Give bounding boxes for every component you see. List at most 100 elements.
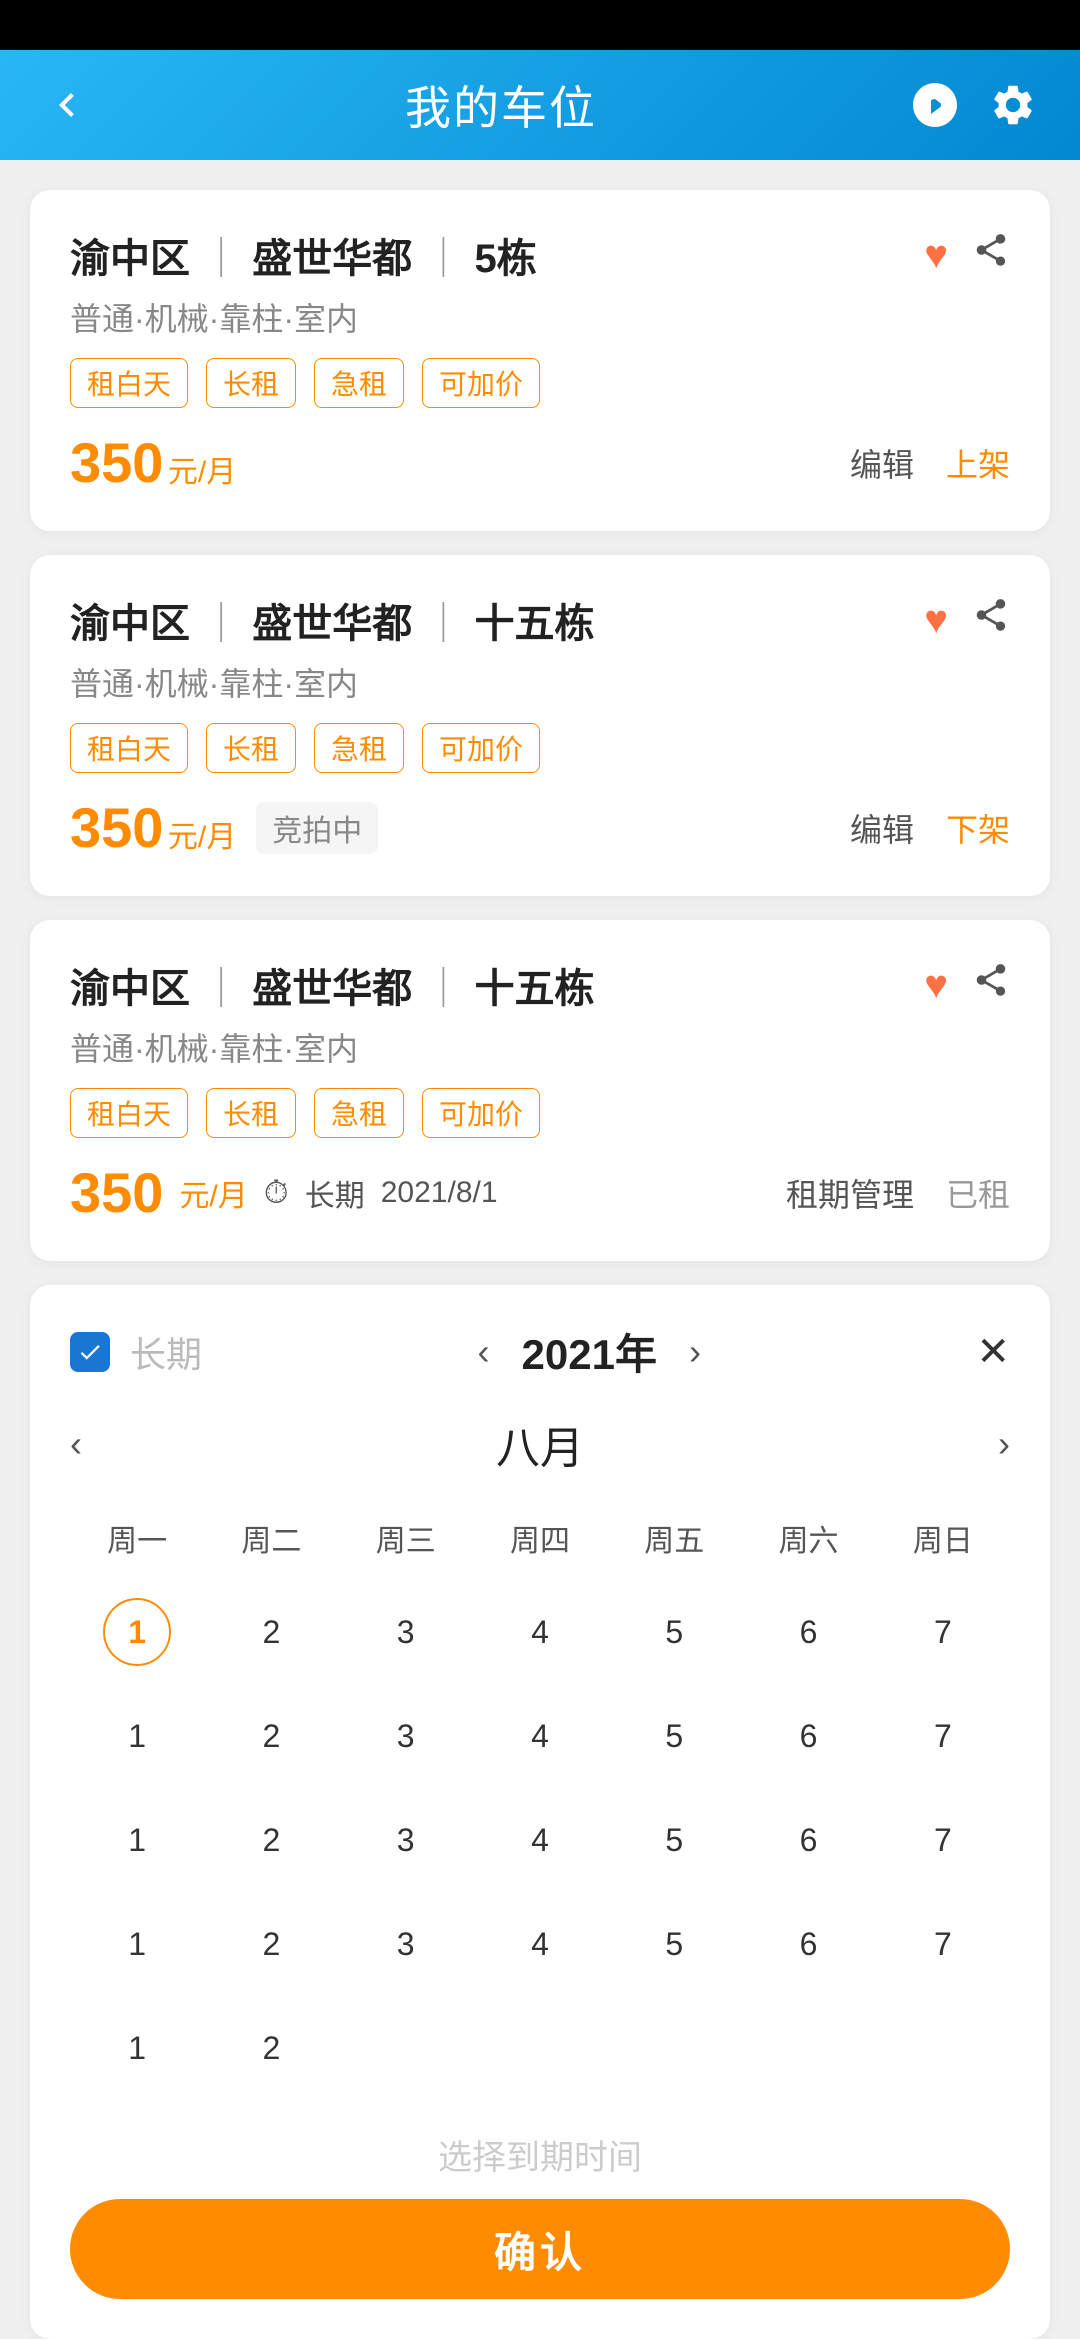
cal-day[interactable]: 6	[741, 1788, 875, 1892]
tag-3: 急租	[314, 358, 404, 408]
tag-11: 急租	[314, 1088, 404, 1138]
tag-12: 可加价	[422, 1088, 540, 1138]
weekday-thu: 周四	[473, 1506, 607, 1570]
sep4: ｜	[423, 602, 463, 646]
parking-card-3: 渝中区 ｜ 盛世华都 ｜ 十五栋 ♥ 普通·机械·靠柱·室内 租白天 长租 急租…	[30, 920, 1050, 1261]
cal-day[interactable]: 2	[204, 1788, 338, 1892]
card3-title: 渝中区 ｜ 盛世华都 ｜ 十五栋	[70, 956, 594, 1014]
cal-day[interactable]: 7	[876, 1892, 1010, 1996]
cal-day[interactable]: 4	[473, 1892, 607, 1996]
separator1: ｜	[201, 237, 241, 281]
calendar-card: 长期 ‹ 2021年 › ✕ ‹ 八月 › 周一 周二 周三 周四 周五 周六	[30, 1285, 1050, 2339]
card3-tags: 租白天 长租 急租 可加价	[70, 1088, 1010, 1138]
cal-day[interactable]: 1	[70, 1684, 204, 1788]
cal-day	[473, 1996, 607, 2100]
month-next-button[interactable]: ›	[998, 1423, 1010, 1465]
card2-edit-button[interactable]: 编辑	[850, 805, 914, 851]
cal-day	[339, 1996, 473, 2100]
calendar-body: 1 2 3 4 5 6 7 1 2 3 4 5 6 7 1 2 3 4 5	[70, 1580, 1010, 2100]
cal-day[interactable]: 5	[607, 1788, 741, 1892]
status-bar	[0, 0, 1080, 50]
card1-price: 350	[70, 431, 163, 494]
card1-status-button[interactable]: 上架	[946, 440, 1010, 486]
tag-1: 租白天	[70, 358, 188, 408]
service-icon[interactable]	[908, 78, 962, 132]
cal-day[interactable]: 2	[204, 1892, 338, 1996]
favorite-icon[interactable]: ♥	[924, 233, 948, 278]
cal-day[interactable]: 1	[70, 1580, 204, 1684]
cal-day[interactable]: 5	[607, 1580, 741, 1684]
tag-6: 长租	[206, 723, 296, 773]
header: 我的车位	[0, 50, 1080, 160]
cal-day[interactable]: 6	[741, 1892, 875, 1996]
calendar-grid: 周一 周二 周三 周四 周五 周六 周日 1 2 3 4 5 6 7 1 2 3	[70, 1506, 1010, 2100]
cal-day[interactable]: 1	[70, 1788, 204, 1892]
card2-price: 350	[70, 796, 163, 859]
calendar-close-button[interactable]: ✕	[976, 1329, 1010, 1375]
weekday-tue: 周二	[204, 1506, 338, 1570]
favorite-icon-3[interactable]: ♥	[924, 963, 948, 1008]
cal-day[interactable]: 1	[70, 1892, 204, 1996]
card1-edit-button[interactable]: 编辑	[850, 440, 914, 486]
cal-day[interactable]: 2	[204, 1996, 338, 2100]
cal-day[interactable]: 4	[473, 1684, 607, 1788]
cal-day[interactable]: 3	[339, 1788, 473, 1892]
year-prev-button[interactable]: ‹	[470, 1331, 498, 1373]
cal-day[interactable]: 6	[741, 1684, 875, 1788]
page-title: 我的车位	[405, 72, 597, 138]
card3-desc: 普通·机械·靠柱·室内	[70, 1024, 1010, 1070]
long-term-checkbox[interactable]	[70, 1332, 110, 1372]
cal-day[interactable]: 6	[741, 1580, 875, 1684]
cal-day[interactable]: 1	[70, 1996, 204, 2100]
share-icon-2[interactable]	[972, 596, 1010, 644]
year-next-button[interactable]: ›	[681, 1331, 709, 1373]
tag-2: 长租	[206, 358, 296, 408]
cal-day[interactable]: 7	[876, 1580, 1010, 1684]
parking-card-1: 渝中区 ｜ 盛世华都 ｜ 5栋 ♥ 普通·机械·靠柱·室内 租白天 长租 急租 …	[30, 190, 1050, 531]
cal-day[interactable]: 3	[339, 1892, 473, 1996]
cal-day[interactable]: 4	[473, 1580, 607, 1684]
card3-lease-manage[interactable]: 租期管理	[786, 1170, 914, 1216]
card2-tags: 租白天 长租 急租 可加价	[70, 723, 1010, 773]
card3-status: 已租	[946, 1170, 1010, 1216]
card1-title: 渝中区 ｜ 盛世华都 ｜ 5栋	[70, 226, 537, 284]
cal-day[interactable]: 2	[204, 1684, 338, 1788]
card1-price-unit: 元/月	[168, 456, 236, 489]
settings-icon[interactable]	[986, 78, 1040, 132]
sep3: ｜	[201, 602, 241, 646]
card2-price-unit: 元/月	[168, 821, 236, 854]
parking-card-2: 渝中区 ｜ 盛世华都 ｜ 十五栋 ♥ 普通·机械·靠柱·室内 租白天 长租 急租…	[30, 555, 1050, 896]
share-icon-3[interactable]	[972, 961, 1010, 1009]
favorite-icon-2[interactable]: ♥	[924, 598, 948, 643]
card1-desc: 普通·机械·靠柱·室内	[70, 294, 1010, 340]
cal-day[interactable]: 2	[204, 1580, 338, 1684]
weekday-sat: 周六	[741, 1506, 875, 1570]
card2-desc: 普通·机械·靠柱·室内	[70, 659, 1010, 705]
cal-day[interactable]: 7	[876, 1788, 1010, 1892]
back-button[interactable]	[40, 78, 94, 132]
month-prev-button[interactable]: ‹	[70, 1423, 82, 1465]
cal-day[interactable]: 5	[607, 1684, 741, 1788]
weekday-wed: 周三	[339, 1506, 473, 1570]
tag-4: 可加价	[422, 358, 540, 408]
share-icon[interactable]	[972, 231, 1010, 279]
cal-day[interactable]: 5	[607, 1892, 741, 1996]
cal-day[interactable]: 3	[339, 1580, 473, 1684]
cal-day[interactable]: 3	[339, 1684, 473, 1788]
cal-day[interactable]: 4	[473, 1788, 607, 1892]
weekday-mon: 周一	[70, 1506, 204, 1570]
tag-5: 租白天	[70, 723, 188, 773]
long-term-label: 长期	[130, 1326, 202, 1378]
month-text: 八月	[496, 1412, 584, 1476]
year-text: 2021年	[522, 1321, 657, 1382]
cal-day[interactable]: 7	[876, 1684, 1010, 1788]
sep5: ｜	[201, 967, 241, 1011]
bid-badge: 竞拍中	[256, 802, 378, 854]
card3-price: 350	[70, 1160, 163, 1225]
card2-status-button[interactable]: 下架	[946, 805, 1010, 851]
cal-day	[607, 1996, 741, 2100]
confirm-button[interactable]: 确认	[70, 2199, 1010, 2299]
sep6: ｜	[423, 967, 463, 1011]
lease-start: 2021/8/1	[381, 1176, 498, 1210]
content: 渝中区 ｜ 盛世华都 ｜ 5栋 ♥ 普通·机械·靠柱·室内 租白天 长租 急租 …	[0, 160, 1080, 2339]
